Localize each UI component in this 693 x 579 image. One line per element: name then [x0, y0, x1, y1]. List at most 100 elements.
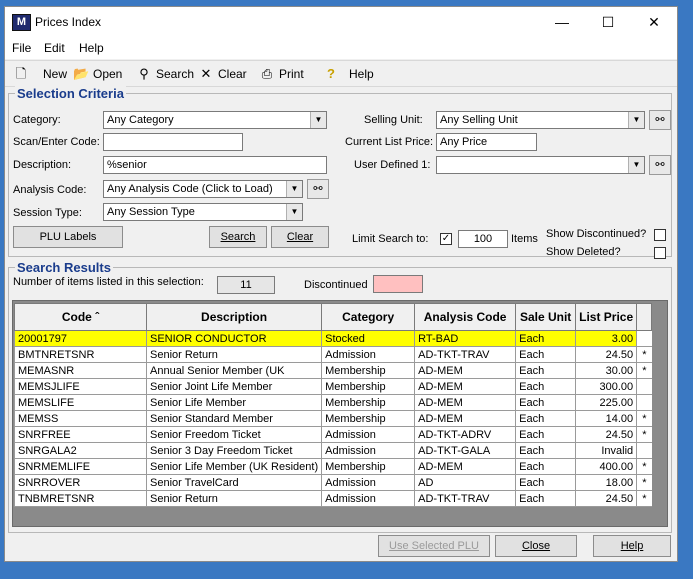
cell-price: 30.00	[575, 362, 638, 379]
cell-price: 400.00	[575, 458, 638, 475]
plu-labels-button[interactable]: PLU Labels	[13, 226, 123, 248]
new-document-icon: 🗋	[15, 66, 27, 81]
minimize-button[interactable]: —	[539, 7, 585, 37]
search-results-title: Search Results	[15, 260, 113, 275]
cell-code: MEMSS	[14, 410, 147, 427]
show-deleted-checkbox[interactable]	[654, 247, 666, 259]
column-header-description[interactable]: Description	[145, 303, 323, 331]
column-header-sale-unit[interactable]: Sale Unit	[515, 303, 577, 331]
toolbar-search-button[interactable]: ⚲ Search	[136, 61, 194, 86]
menu-help[interactable]: Help	[79, 41, 104, 55]
toolbar-new-button[interactable]: 🗋 New	[13, 61, 67, 86]
table-row[interactable]: 20001797 SENIOR CONDUCTOR Stocked RT-BAD Eac…	[14, 330, 652, 347]
cell-flag: *	[636, 362, 652, 379]
table-row[interactable]: SNRFREE Senior Freedom Ticket Admission AD-…	[14, 426, 652, 443]
table-row[interactable]: MEMSLIFE Senior Life Member Membership AD-M…	[14, 394, 652, 411]
cell-category: Membership	[321, 458, 416, 475]
clear-button[interactable]: Clear	[271, 226, 329, 248]
results-table: Code ˆ Description Category Analysis Cod…	[14, 303, 653, 507]
table-row[interactable]: MEMSS Senior Standard Member Membership AD-…	[14, 410, 652, 427]
selling-unit-binoculars-icon[interactable]: ⚯	[649, 110, 671, 130]
table-row[interactable]: TNBMRETSNR Senior Return Admission AD-TKT-T…	[14, 490, 652, 507]
cell-flag: *	[636, 346, 652, 363]
scan-code-label: Scan/Enter Code:	[13, 136, 100, 148]
cell-description: Senior Life Member	[145, 394, 323, 411]
selection-criteria-group: Selection Criteria Category: Any Categor…	[8, 86, 672, 259]
cell-code: MEMASNR	[14, 362, 147, 379]
results-grid: Code ˆ Description Category Analysis Cod…	[12, 300, 668, 527]
cell-category: Admission	[321, 490, 416, 507]
category-dropdown[interactable]: Any Category ▼	[103, 111, 327, 129]
cell-analysis: AD-TKT-ADRV	[414, 426, 517, 443]
scan-code-input[interactable]	[103, 133, 243, 151]
menu-file[interactable]: File	[12, 41, 31, 55]
maximize-button[interactable]: ☐	[585, 7, 631, 37]
help-button[interactable]: Help	[593, 535, 671, 557]
show-discontinued-label: Show Discontinued?	[546, 228, 647, 240]
table-row[interactable]: MEMSJLIFE Senior Joint Life Member Members…	[14, 378, 652, 395]
cell-unit: Each	[515, 442, 577, 459]
open-folder-icon: 📂	[73, 66, 90, 81]
cell-unit: Each	[515, 330, 577, 347]
toolbar-print-button[interactable]: ⎙ Print	[259, 61, 304, 86]
cell-flag	[636, 442, 652, 459]
session-type-label: Session Type:	[13, 207, 82, 219]
chevron-down-icon: ▼	[286, 181, 302, 197]
search-button[interactable]: Search	[209, 226, 267, 248]
table-row[interactable]: SNRMEMLIFE Senior Life Member (UK Residen…	[14, 458, 652, 475]
column-header-category[interactable]: Category	[321, 303, 416, 331]
cell-analysis: AD-MEM	[414, 378, 517, 395]
cell-flag: *	[636, 426, 652, 443]
cell-unit: Each	[515, 426, 577, 443]
show-deleted-label: Show Deleted?	[546, 246, 621, 258]
limit-search-checkbox[interactable]: ✓	[440, 233, 452, 245]
list-price-input[interactable]: Any Price	[436, 133, 537, 151]
selling-unit-dropdown[interactable]: Any Selling Unit ▼	[436, 111, 645, 129]
cell-unit: Each	[515, 458, 577, 475]
analysis-lookup-binoculars-icon[interactable]: ⚯	[307, 179, 329, 199]
prices-index-window: M Prices Index — ☐ ✕ File Edit Help 🗋 New…	[4, 6, 678, 562]
printer-icon: ⎙	[261, 66, 273, 81]
toolbar-clear-button[interactable]: ✕ Clear	[198, 61, 247, 86]
cell-category: Admission	[321, 442, 416, 459]
table-row[interactable]: BMTNRETSNR Senior Return Admission AD-TKT-T…	[14, 346, 652, 363]
table-row[interactable]: SNRROVER Senior TravelCard Admission AD Each…	[14, 474, 652, 491]
cell-unit: Each	[515, 474, 577, 491]
use-selected-plu-button[interactable]: Use Selected PLU	[378, 535, 490, 557]
table-row[interactable]: MEMASNR Annual Senior Member (UK Membershi…	[14, 362, 652, 379]
session-type-dropdown[interactable]: Any Session Type ▼	[103, 203, 303, 221]
description-input[interactable]: %senior	[103, 156, 327, 174]
cell-code: TNBMRETSNR	[14, 490, 147, 507]
toolbar-open-button[interactable]: 📂 Open	[73, 61, 122, 86]
table-row[interactable]: SNRGALA2 Senior 3 Day Freedom Ticket Admis…	[14, 442, 652, 459]
cell-analysis: AD-MEM	[414, 362, 517, 379]
cell-analysis: AD-TKT-TRAV	[414, 490, 517, 507]
show-discontinued-checkbox[interactable]	[654, 229, 666, 241]
cell-category: Admission	[321, 346, 416, 363]
limit-search-label: Limit Search to:	[352, 233, 429, 245]
analysis-code-dropdown[interactable]: Any Analysis Code (Click to Load) ▼	[103, 180, 303, 198]
cell-unit: Each	[515, 378, 577, 395]
cell-category: Admission	[321, 474, 416, 491]
toolbar-help-button[interactable]: ? Help	[323, 61, 374, 86]
menu-edit[interactable]: Edit	[44, 41, 65, 55]
column-header-list-price[interactable]: List Price	[575, 303, 638, 331]
column-header-analysis-code[interactable]: Analysis Code	[414, 303, 517, 331]
user-defined-dropdown[interactable]: ▼	[436, 156, 645, 174]
cell-analysis: AD-TKT-GALA	[414, 442, 517, 459]
column-header-code[interactable]: Code ˆ	[14, 303, 147, 331]
cell-unit: Each	[515, 410, 577, 427]
cell-analysis: AD-TKT-TRAV	[414, 346, 517, 363]
close-button[interactable]: Close	[495, 535, 577, 557]
cell-flag	[636, 330, 652, 347]
limit-items-input[interactable]: 100	[458, 230, 508, 248]
cell-category: Membership	[321, 410, 416, 427]
cell-price: 24.50	[575, 346, 638, 363]
selection-criteria-title: Selection Criteria	[15, 86, 126, 101]
close-window-button[interactable]: ✕	[631, 7, 677, 37]
analysis-code-label: Analysis Code:	[13, 184, 87, 196]
user-defined-binoculars-icon[interactable]: ⚯	[649, 155, 671, 175]
cell-unit: Each	[515, 490, 577, 507]
cell-flag: *	[636, 410, 652, 427]
cell-price: 18.00	[575, 474, 638, 491]
